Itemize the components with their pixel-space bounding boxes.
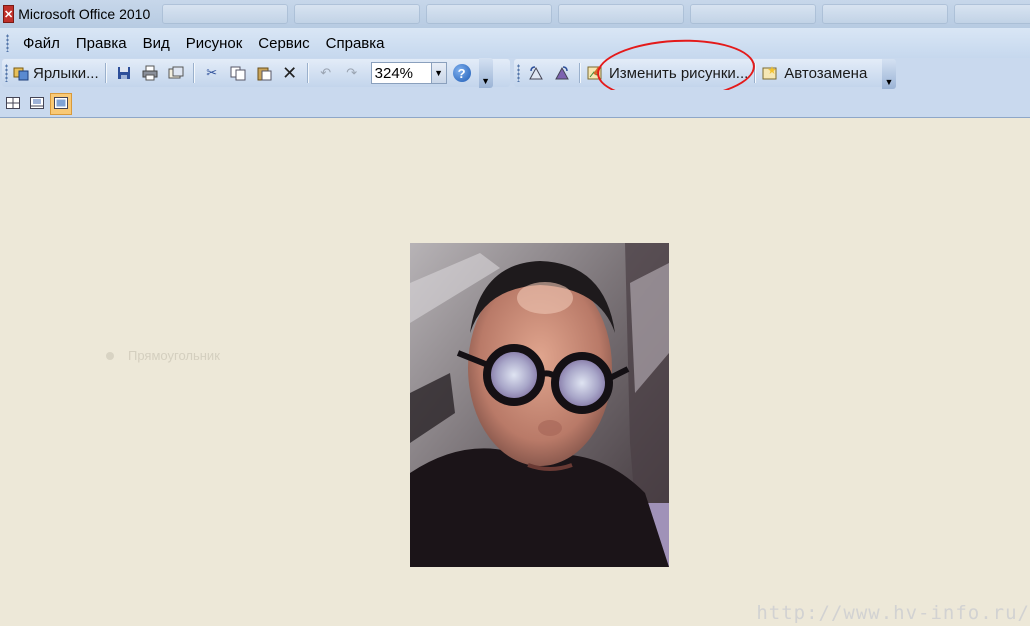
print-icon <box>142 65 158 81</box>
background-tab <box>954 4 1030 24</box>
menu-view[interactable]: Вид <box>135 35 178 52</box>
toolbar-grip-handle[interactable] <box>517 64 520 82</box>
edit-pictures-label: Изменить рисунки... <box>609 64 749 82</box>
shortcuts-button[interactable]: Ярлыки... <box>13 62 99 84</box>
background-tab <box>822 4 949 24</box>
toolbar-separator <box>104 63 107 83</box>
delete-icon: ✕ <box>282 62 298 83</box>
background-taskbar-tabs <box>162 4 1030 24</box>
email-button[interactable] <box>165 62 187 84</box>
background-tab <box>690 4 817 24</box>
background-tab <box>558 4 685 24</box>
autocorrect-icon <box>762 65 778 81</box>
single-picture-view-button[interactable] <box>50 92 72 115</box>
rotate-left-icon <box>528 65 544 81</box>
autocorrect-button[interactable]: Автозамена <box>762 62 867 84</box>
redo-button[interactable]: ↷ <box>341 62 363 84</box>
autocorrect-label: Автозамена <box>784 64 868 82</box>
email-icon <box>168 65 184 81</box>
copy-button[interactable] <box>227 62 249 84</box>
paste-button[interactable] <box>253 62 275 84</box>
menu-grip-handle[interactable] <box>6 34 9 52</box>
single-picture-view-icon <box>54 96 68 112</box>
ghost-label-text: Прямоугольник <box>128 348 220 363</box>
paste-icon <box>256 65 272 81</box>
cut-icon: ✂ <box>206 65 218 80</box>
print-button[interactable] <box>139 62 161 84</box>
zoom-dropdown-icon[interactable]: ▼ <box>430 63 446 83</box>
rotate-right-button[interactable] <box>551 62 573 84</box>
menu-edit[interactable]: Правка <box>68 35 135 52</box>
menu-help[interactable]: Справка <box>318 35 393 52</box>
toolbar-strip-picture: Изменить рисунки... Автозамена <box>514 59 894 87</box>
save-icon <box>116 65 132 81</box>
toolbar-overflow-button[interactable]: ▼ <box>478 58 493 88</box>
thumbnail-view-icon <box>6 96 20 112</box>
filmstrip-view-icon <box>30 96 44 112</box>
thumbnail-view-button[interactable] <box>2 93 24 115</box>
view-toolbar <box>0 90 1030 118</box>
edit-pictures-button[interactable]: Изменить рисунки... <box>587 62 748 84</box>
help-icon[interactable]: ? <box>452 64 471 82</box>
undo-icon: ↶ <box>320 65 332 80</box>
filmstrip-view-button[interactable] <box>26 93 48 115</box>
menu-file[interactable]: Файл <box>15 35 68 52</box>
save-button[interactable] <box>113 62 135 84</box>
undo-button[interactable]: ↶ <box>315 62 337 84</box>
office-picture-manager-icon: ✕ <box>3 5 15 23</box>
menu-picture[interactable]: Рисунок <box>178 35 251 52</box>
title-bar: ✕ Microsoft Office 2010 <box>0 0 1030 28</box>
delete-button[interactable]: ✕ <box>279 62 301 84</box>
shortcuts-icon <box>13 65 29 81</box>
toolbar-separator <box>579 63 581 83</box>
rotate-right-icon <box>554 65 570 81</box>
window-title: Microsoft Office 2010 <box>18 6 151 22</box>
rotate-left-button[interactable] <box>525 62 547 84</box>
toolbar-grip-handle[interactable] <box>5 64 8 82</box>
portrait-photo <box>410 243 669 567</box>
zoom-combobox[interactable]: 324% ▼ <box>370 62 447 84</box>
toolbar-separator <box>754 63 757 83</box>
background-tab <box>294 4 421 24</box>
edit-pictures-icon <box>587 65 603 81</box>
toolbar-overflow-button[interactable]: ▼ <box>882 59 896 89</box>
background-tab <box>426 4 553 24</box>
menu-tools[interactable]: Сервис <box>250 35 317 52</box>
picture-preview[interactable] <box>410 243 669 567</box>
toolbar-strip-standard: Ярлыки... ✂ ✕ ↶ ↷ 324% ▼ ? ▼ <box>2 58 510 88</box>
menu-bar: Файл Правка Вид Рисунок Сервис Справка <box>0 28 1030 58</box>
ghost-shape-label: Прямоугольник <box>106 348 220 363</box>
cut-button[interactable]: ✂ <box>201 62 223 84</box>
copy-icon <box>230 65 246 81</box>
ghost-marker-icon <box>106 351 114 360</box>
redo-icon: ↷ <box>346 65 358 80</box>
standard-toolbar: Ярлыки... ✂ ✕ ↶ ↷ 324% ▼ ? ▼ Изменить ри… <box>0 58 1030 90</box>
shortcuts-label: Ярлыки... <box>33 64 99 82</box>
background-tab <box>162 4 289 24</box>
watermark-url: http://www.hv-info.ru/ <box>756 602 1030 624</box>
toolbar-separator <box>306 63 309 83</box>
toolbar-separator <box>192 63 195 83</box>
zoom-value[interactable]: 324% <box>372 65 431 82</box>
